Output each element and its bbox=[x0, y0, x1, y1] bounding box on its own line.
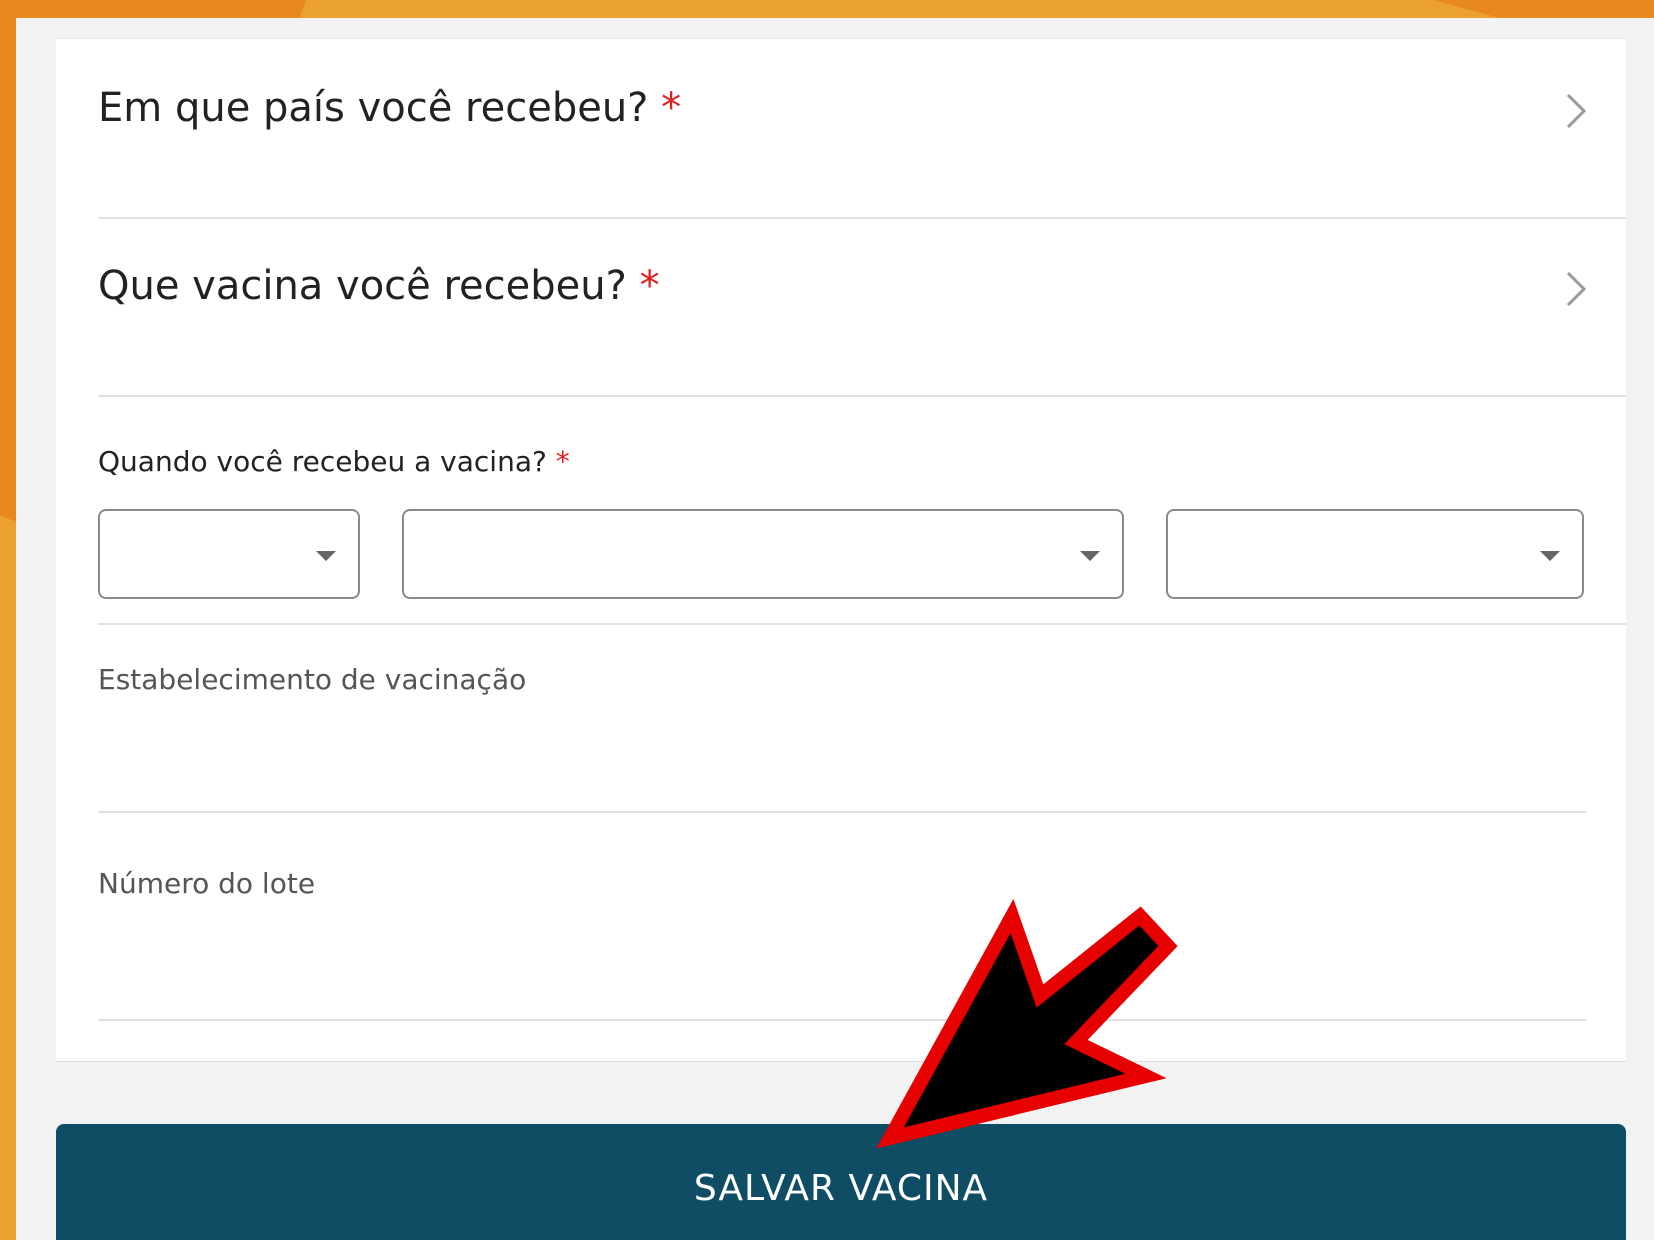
date-question: Quando você recebeu a vacina? * bbox=[98, 445, 570, 478]
vaccination-date-section: Quando você recebeu a vacina? * bbox=[98, 395, 1626, 625]
country-question: Em que país você recebeu? * bbox=[98, 85, 681, 131]
vaccine-form-card: Em que país você recebeu? * Que vacina v… bbox=[56, 38, 1626, 1062]
establishment-field[interactable]: Estabelecimento de vacinação bbox=[98, 623, 1586, 813]
establishment-label: Estabelecimento de vacinação bbox=[98, 663, 527, 696]
month-select[interactable] bbox=[402, 509, 1124, 599]
save-vaccine-label: SALVAR VACINA bbox=[693, 1168, 989, 1209]
vaccine-question-text: Que vacina você recebeu? bbox=[98, 263, 627, 309]
caret-down-icon bbox=[1540, 551, 1560, 561]
required-marker: * bbox=[555, 445, 570, 478]
vaccine-select-row[interactable]: Que vacina você recebeu? * bbox=[98, 217, 1626, 397]
lot-number-label: Número do lote bbox=[98, 867, 316, 900]
app-screen: Em que país você recebeu? * Que vacina v… bbox=[16, 18, 1654, 1240]
year-select[interactable] bbox=[1166, 509, 1584, 599]
lot-number-field[interactable]: Número do lote bbox=[98, 811, 1586, 1021]
required-marker: * bbox=[639, 263, 660, 309]
day-select[interactable] bbox=[98, 509, 360, 599]
country-select-row[interactable]: Em que país você recebeu? * bbox=[98, 39, 1626, 219]
caret-down-icon bbox=[1080, 551, 1100, 561]
chevron-right-icon bbox=[1566, 271, 1587, 307]
vaccine-question: Que vacina você recebeu? * bbox=[98, 263, 660, 309]
chevron-right-icon bbox=[1566, 93, 1587, 129]
date-question-text: Quando você recebeu a vacina? bbox=[98, 445, 547, 478]
save-vaccine-button[interactable]: SALVAR VACINA bbox=[56, 1124, 1626, 1240]
orange-frame: Em que país você recebeu? * Que vacina v… bbox=[0, 0, 1654, 1240]
caret-down-icon bbox=[316, 551, 336, 561]
required-marker: * bbox=[661, 85, 682, 131]
country-question-text: Em que país você recebeu? bbox=[98, 85, 649, 131]
